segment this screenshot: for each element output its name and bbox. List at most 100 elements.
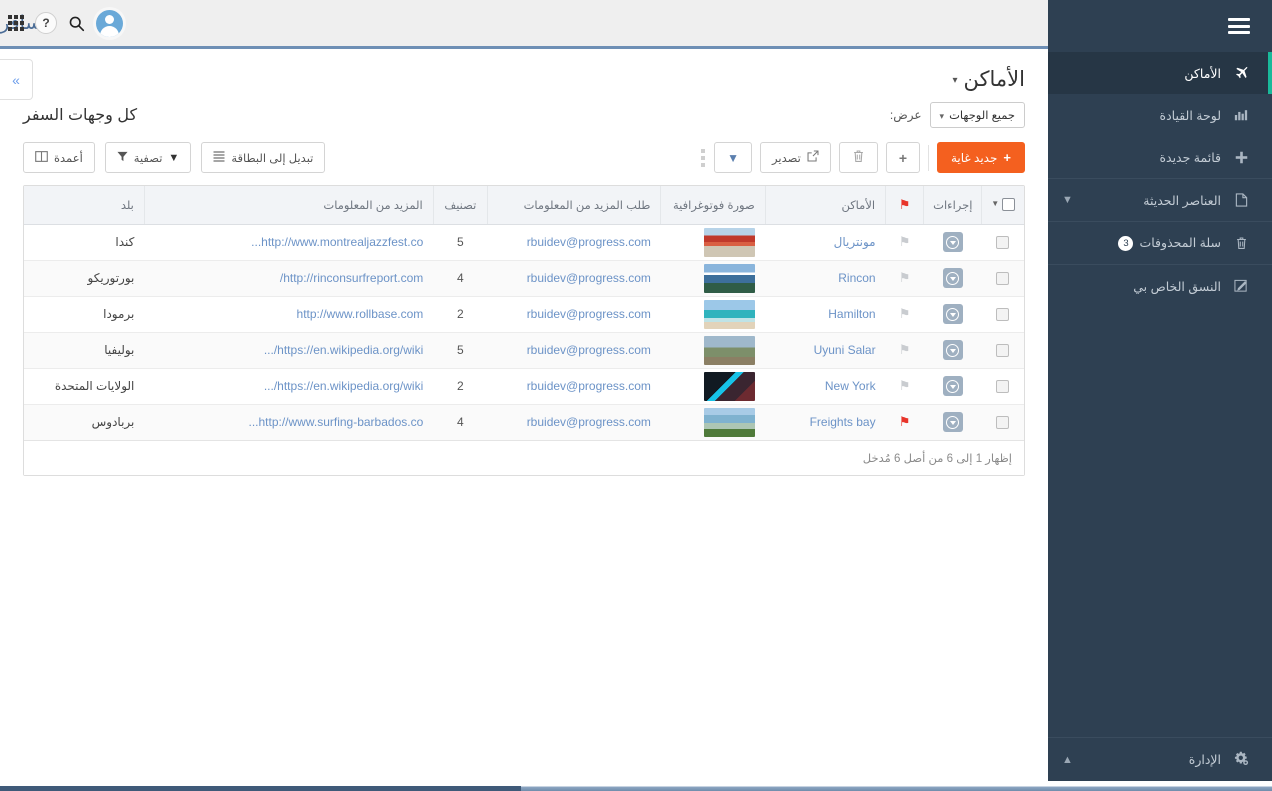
sidebar-item-5[interactable]: النسق الخاص بي: [1048, 265, 1272, 307]
url-link[interactable]: https://en.wikipedia.org/wiki/...: [264, 343, 423, 357]
avatar[interactable]: [96, 10, 123, 37]
columns-button[interactable]: أعمدة: [23, 142, 95, 173]
place-link[interactable]: Rincon: [838, 271, 875, 285]
vertical-dots-icon[interactable]: [701, 149, 705, 167]
switch-to-card-button[interactable]: تبديل إلى البطاقة: [201, 142, 325, 173]
table-row[interactable]: ⚑Freights bayrbuidev@progress.com4http:/…: [24, 404, 1024, 440]
email-link[interactable]: rbuidev@progress.com: [527, 415, 651, 429]
view-select[interactable]: جميع الوجهات▾: [930, 102, 1025, 128]
email-link[interactable]: rbuidev@progress.com: [527, 379, 651, 393]
row-action-menu-icon[interactable]: [943, 340, 963, 360]
subtitle-row: كل وجهات السفر جميع الوجهات▾ عرض:: [0, 92, 1048, 128]
autumn-trees-thumbnail[interactable]: [704, 228, 755, 257]
place-link[interactable]: Freights bay: [810, 415, 876, 429]
row-flag-cell: ⚑: [886, 332, 924, 368]
row-checkbox[interactable]: [996, 236, 1009, 249]
table-row[interactable]: ⚑Rinconrbuidev@progress.com4http://rinco…: [24, 260, 1024, 296]
place-link[interactable]: Uyuni Salar: [814, 343, 876, 357]
beach-turquoise-thumbnail[interactable]: [704, 300, 755, 329]
more-actions-button[interactable]: ▼: [714, 142, 752, 173]
export-button[interactable]: تصدير: [760, 142, 831, 173]
email-link[interactable]: rbuidev@progress.com: [527, 307, 651, 321]
grey-flag-icon[interactable]: ⚑: [899, 306, 911, 321]
url-link[interactable]: http://www.surfing-barbados.co...: [248, 415, 423, 429]
help-icon[interactable]: ?: [35, 12, 57, 34]
email-link[interactable]: rbuidev@progress.com: [527, 343, 651, 357]
table-row[interactable]: ⚑New Yorkrbuidev@progress.com2https://en…: [24, 368, 1024, 404]
url-link[interactable]: http://www.montrealjazzfest.co...: [251, 235, 423, 249]
new-destination-label: جديد غاية: [951, 151, 997, 165]
sidebar-collapse-button[interactable]: »: [0, 59, 33, 100]
toolbar-primary-actions: + جديد غاية +: [701, 142, 1025, 173]
column-header-actions[interactable]: إجراءات: [924, 186, 982, 224]
table-row[interactable]: ⚑Hamiltonrbuidev@progress.com2http://www…: [24, 296, 1024, 332]
red-flag-icon: ⚑: [899, 197, 911, 212]
row-action-menu-icon[interactable]: [943, 268, 963, 288]
city-night-thumbnail[interactable]: [704, 372, 755, 401]
column-header-request[interactable]: طلب المزيد من المعلومات: [487, 186, 661, 224]
delete-button[interactable]: [839, 142, 878, 173]
row-checkbox[interactable]: [996, 272, 1009, 285]
grey-flag-icon[interactable]: ⚑: [899, 342, 911, 357]
row-checkbox[interactable]: [996, 308, 1009, 321]
chevron-up-icon[interactable]: ▲: [1062, 754, 1073, 766]
column-header-select[interactable]: ▼: [982, 186, 1024, 224]
grey-flag-icon[interactable]: ⚑: [899, 270, 911, 285]
row-action-menu-icon[interactable]: [943, 232, 963, 252]
sidebar-item-label: الأماكن: [1062, 66, 1221, 81]
url-link[interactable]: https://en.wikipedia.org/wiki/...: [264, 379, 423, 393]
chevron-down-icon[interactable]: ▼: [1062, 194, 1073, 206]
page-title[interactable]: الأماكن▾: [0, 52, 1048, 92]
column-header-country[interactable]: بلد: [24, 186, 144, 224]
row-action-menu-icon[interactable]: [943, 412, 963, 432]
cell-place: Hamilton: [765, 296, 885, 332]
row-action-menu-icon[interactable]: [943, 376, 963, 396]
email-link[interactable]: rbuidev@progress.com: [527, 271, 651, 285]
trash-icon: [1230, 236, 1252, 250]
top-header: ? يسافر: [0, 0, 1048, 49]
red-flag-icon[interactable]: ⚑: [899, 414, 911, 429]
hamburger-icon[interactable]: [1228, 18, 1250, 34]
place-link[interactable]: مونتريال: [834, 235, 876, 249]
table-row[interactable]: ⚑Uyuni Salarrbuidev@progress.com5https:/…: [24, 332, 1024, 368]
url-link[interactable]: http://www.rollbase.com: [297, 307, 424, 321]
column-header-more[interactable]: المزيد من المعلومات: [144, 186, 433, 224]
cell-more-info: http://www.montrealjazzfest.co...: [144, 224, 433, 260]
email-link[interactable]: rbuidev@progress.com: [527, 235, 651, 249]
row-select-cell: [982, 332, 1024, 368]
table-row[interactable]: ⚑مونتريالrbuidev@progress.com5http://www…: [24, 224, 1024, 260]
sidebar-item-3[interactable]: العناصر الحديثة▼: [1048, 179, 1272, 221]
cell-more-info: http://www.surfing-barbados.co...: [144, 404, 433, 440]
grey-flag-icon[interactable]: ⚑: [899, 378, 911, 393]
add-button[interactable]: +: [886, 142, 920, 173]
column-header-photo[interactable]: صورة فوتوغرافية: [661, 186, 765, 224]
new-destination-button[interactable]: + جديد غاية: [937, 142, 1025, 173]
column-header-place[interactable]: الأماكن: [765, 186, 885, 224]
cactus-desert-thumbnail[interactable]: [704, 336, 755, 365]
row-checkbox[interactable]: [996, 380, 1009, 393]
filter-button[interactable]: ▼ تصفية: [105, 142, 192, 173]
sidebar-item-0[interactable]: الأماكن: [1048, 52, 1272, 94]
grey-flag-icon[interactable]: ⚑: [899, 234, 911, 249]
sidebar-footer[interactable]: الإدارة ▲: [1048, 737, 1272, 781]
column-header-rating[interactable]: تصنيف: [433, 186, 487, 224]
chevron-down-icon[interactable]: ▼: [991, 199, 999, 208]
column-header-flag[interactable]: ⚑: [886, 186, 924, 224]
row-checkbox[interactable]: [996, 344, 1009, 357]
apps-grid-icon[interactable]: [8, 15, 24, 31]
chevron-down-icon[interactable]: ▾: [953, 75, 958, 86]
url-link[interactable]: http://rinconsurfreport.com/: [280, 271, 423, 285]
search-icon[interactable]: [68, 15, 85, 32]
row-checkbox[interactable]: [996, 416, 1009, 429]
place-link[interactable]: Hamilton: [828, 307, 875, 321]
row-select-cell: [982, 296, 1024, 332]
select-all-checkbox[interactable]: [1002, 198, 1015, 211]
sidebar-item-4[interactable]: سلة المحذوفات3: [1048, 222, 1272, 264]
sidebar-item-1[interactable]: لوحة القيادة: [1048, 94, 1272, 136]
row-flag-cell: ⚑: [886, 404, 924, 440]
bay-green-thumbnail[interactable]: [704, 408, 755, 437]
sidebar-item-2[interactable]: قائمة جديدة: [1048, 136, 1272, 178]
place-link[interactable]: New York: [825, 379, 876, 393]
row-action-menu-icon[interactable]: [943, 304, 963, 324]
coastline-thumbnail[interactable]: [704, 264, 755, 293]
